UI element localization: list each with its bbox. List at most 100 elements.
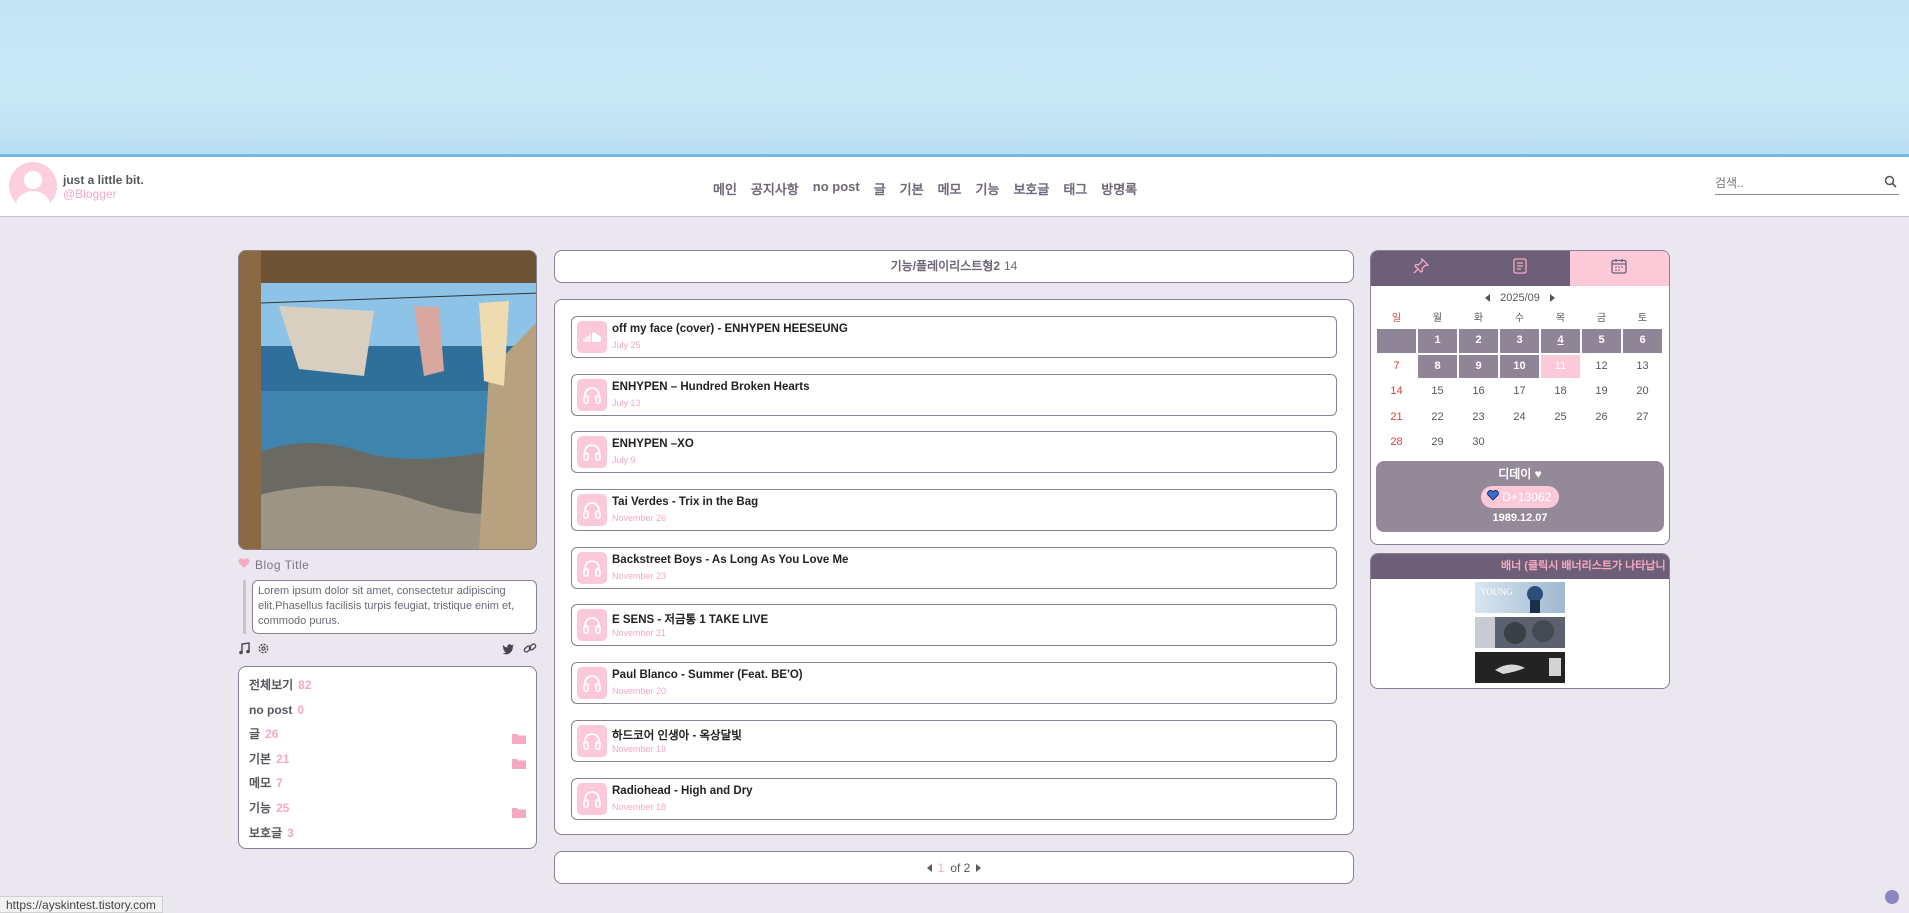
nav-item-feature[interactable]: 기능 — [976, 179, 1000, 198]
dday-counter: D+13062 — [1480, 485, 1560, 508]
category-list: 전체보기 82 no post 0 글 26 기본 21 메모 7 기능 25 보호글 3 — [238, 666, 537, 849]
calendar-day[interactable]: 19 — [1582, 380, 1621, 404]
banner-image[interactable]: YOUNG — [1475, 582, 1565, 613]
calendar-day[interactable]: 14 — [1377, 380, 1416, 404]
next-month-icon[interactable] — [1549, 294, 1555, 302]
blog-user[interactable]: @Blogger — [63, 187, 117, 201]
calendar-day[interactable]: 2 — [1459, 329, 1498, 353]
calendar-day[interactable]: 6 — [1623, 329, 1662, 353]
document-icon — [1513, 258, 1527, 279]
post-date: November 19 — [612, 743, 667, 754]
nav-item-writing[interactable]: 글 — [874, 179, 886, 198]
header-banner — [0, 0, 1909, 160]
banner-image[interactable] — [1475, 652, 1565, 683]
search-icon[interactable] — [1884, 175, 1897, 193]
music-icon[interactable] — [238, 642, 251, 660]
calendar-day[interactable]: 29 — [1418, 431, 1457, 455]
search-input[interactable] — [1715, 173, 1875, 193]
calendar-day[interactable]: 9 — [1459, 354, 1498, 378]
calendar-day[interactable]: 16 — [1459, 380, 1498, 404]
calendar-blank — [1377, 329, 1416, 353]
calendar-day[interactable]: 13 — [1623, 355, 1662, 379]
gear-icon[interactable] — [257, 642, 270, 660]
dday-box: 디데이 ♥ D+13062 1989.12.07 — [1376, 460, 1664, 532]
headphones-icon — [577, 551, 607, 584]
nav-item-main[interactable]: 메인 — [713, 179, 737, 198]
tab-pinned[interactable] — [1371, 251, 1471, 286]
calendar-day[interactable]: 26 — [1582, 406, 1621, 430]
tab-calendar[interactable] — [1569, 251, 1669, 286]
list-item[interactable]: ENHYPEN –XO July 9 — [571, 431, 1337, 474]
soundcloud-icon — [577, 321, 607, 353]
category-item[interactable]: 메모 7 — [249, 771, 526, 796]
link-icon[interactable] — [523, 642, 537, 660]
post-date: November 21 — [612, 628, 667, 639]
category-item[interactable]: no post 0 — [249, 698, 526, 723]
tab-posts[interactable] — [1470, 251, 1570, 286]
nav-item-guestbook[interactable]: 방명록 — [1101, 179, 1137, 198]
category-title: 기능/플레이리스트형2 — [890, 259, 1000, 273]
calendar-day[interactable]: 7 — [1377, 355, 1416, 379]
calendar-day[interactable]: 27 — [1623, 406, 1662, 430]
category-item[interactable]: 기능 25 — [249, 796, 526, 821]
headphones-icon — [577, 724, 607, 757]
calendar-day[interactable]: 23 — [1459, 406, 1498, 430]
calendar-icon — [1611, 258, 1627, 279]
nav-item-protected[interactable]: 보호글 — [1013, 179, 1049, 198]
list-item[interactable]: Tai Verdes - Trix in the Bag November 26 — [571, 489, 1337, 532]
weekday-label: 화 — [1473, 313, 1484, 324]
floating-widget-icon[interactable] — [1885, 890, 1899, 904]
calendar-day[interactable]: 10 — [1500, 354, 1539, 378]
list-item[interactable]: off my face (cover) - ENHYPEN HEESEUNG J… — [571, 316, 1337, 358]
nav-item-memo[interactable]: 메모 — [938, 179, 962, 198]
calendar-day[interactable]: 17 — [1500, 380, 1539, 404]
prev-month-icon[interactable] — [1485, 294, 1491, 302]
headphones-icon — [577, 494, 607, 527]
calendar-day[interactable]: 3 — [1500, 329, 1539, 353]
list-item[interactable]: Paul Blanco - Summer (Feat. BE'O) Novemb… — [571, 662, 1337, 705]
avatar[interactable] — [9, 162, 57, 210]
calendar-day[interactable]: 25 — [1541, 406, 1580, 430]
nav-item-basic[interactable]: 기본 — [900, 179, 924, 198]
nav-item-notice[interactable]: 공지사항 — [751, 179, 799, 198]
calendar-day[interactable]: 18 — [1541, 380, 1580, 404]
calendar-day[interactable]: 8 — [1418, 354, 1457, 378]
list-item[interactable]: 하드코어 인생아 - 옥상달빛 November 19 — [571, 719, 1337, 762]
nav-item-tag[interactable]: 태그 — [1063, 179, 1087, 198]
category-item[interactable]: 기본 21 — [249, 747, 526, 772]
calendar-day[interactable]: 28 — [1377, 431, 1416, 455]
twitter-icon[interactable] — [502, 642, 515, 660]
main-nav: 메인 공지사항 no post 글 기본 메모 기능 보호글 태그 방명록 — [713, 179, 1151, 198]
calendar-header: 2025/09 — [1371, 291, 1669, 305]
calendar-day[interactable]: 20 — [1623, 380, 1662, 404]
prev-page-icon[interactable] — [926, 863, 932, 872]
calendar-day[interactable]: 4 — [1541, 329, 1580, 353]
category-item[interactable]: 글 26 — [249, 722, 526, 747]
calendar-day[interactable]: 1 — [1418, 329, 1457, 353]
list-item[interactable]: ENHYPEN – Hundred Broken Hearts July 13 — [571, 373, 1337, 416]
blue-heart-icon — [1486, 489, 1499, 504]
current-page: 1 — [937, 860, 945, 875]
calendar-day[interactable]: 24 — [1500, 406, 1539, 430]
list-item[interactable]: Backstreet Boys - As Long As You Love Me… — [571, 546, 1337, 589]
blog-name[interactable]: just a little bit. — [63, 173, 144, 187]
calendar-day[interactable]: 5 — [1582, 329, 1621, 353]
nav-item-no-post[interactable]: no post — [813, 179, 860, 198]
post-title: E SENS - 저금통 1 TAKE LIVE — [612, 614, 769, 627]
category-item[interactable]: 보호글 3 — [249, 821, 526, 846]
blog-title: Blog Title — [238, 558, 309, 572]
profile-photo — [238, 250, 537, 550]
calendar-day[interactable]: 21 — [1377, 406, 1416, 430]
list-item[interactable]: E SENS - 저금통 1 TAKE LIVE November 21 — [571, 604, 1337, 647]
list-item[interactable]: Radiohead - High and Dry November 18 — [571, 777, 1337, 820]
calendar-day[interactable]: 12 — [1582, 355, 1621, 379]
category-item[interactable]: 전체보기 82 — [249, 673, 526, 698]
calendar-month: 2025/09 — [1500, 292, 1540, 304]
next-page-icon[interactable] — [976, 863, 982, 872]
pin-icon — [1413, 257, 1430, 279]
calendar-day[interactable]: 15 — [1418, 380, 1457, 404]
calendar-day[interactable]: 11 — [1541, 354, 1580, 378]
calendar-day[interactable]: 30 — [1459, 431, 1498, 455]
banner-image[interactable] — [1475, 617, 1565, 648]
calendar-day[interactable]: 22 — [1418, 406, 1457, 430]
